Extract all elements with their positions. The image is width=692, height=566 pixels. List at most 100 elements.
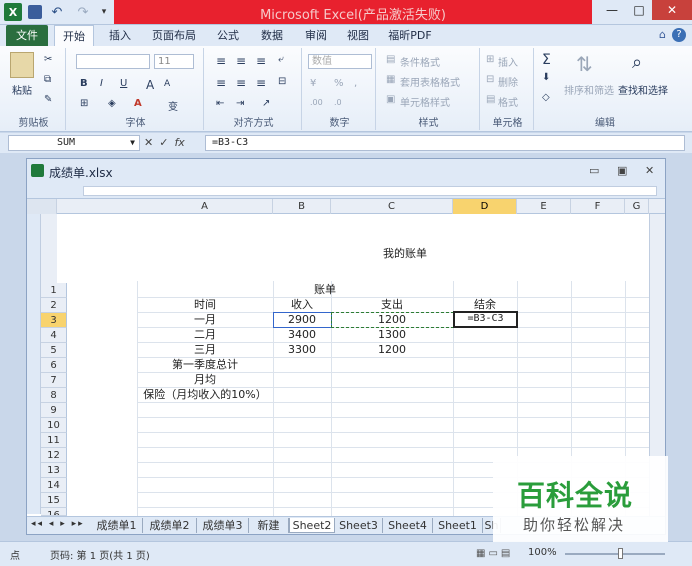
shrink-font-button[interactable]: A xyxy=(164,79,170,89)
zoom-slider[interactable] xyxy=(565,553,665,555)
cell-a3[interactable]: 一月 xyxy=(137,312,273,327)
tab-foxit-pdf[interactable]: 福昕PDF xyxy=(382,25,438,46)
column-header-f[interactable]: F xyxy=(571,199,625,214)
tab-file[interactable]: 文件 xyxy=(6,25,48,46)
excel-logo-icon[interactable]: X xyxy=(4,3,22,21)
row-header-16[interactable]: 16 xyxy=(41,508,67,516)
sheet-tab-4[interactable]: 新建 xyxy=(249,518,289,533)
tab-home[interactable]: 开始 xyxy=(54,25,94,46)
row-header-3[interactable]: 3 xyxy=(41,313,67,328)
active-cell-d3[interactable]: =B3-C3 xyxy=(453,311,518,328)
sheet-nav-buttons[interactable]: ◂◂ ◂ ▸ ▸▸ xyxy=(31,519,85,529)
row-header-13[interactable]: 13 xyxy=(41,463,67,478)
insert-cells-button[interactable]: 插入 xyxy=(498,54,518,69)
fill-color-icon[interactable]: ◈ xyxy=(108,98,116,109)
wrap-text-icon[interactable]: ⤶ xyxy=(278,54,284,65)
decrease-decimal-icon[interactable]: .0 xyxy=(334,98,342,107)
number-format-select[interactable]: 数值 xyxy=(308,54,372,69)
cell-a6[interactable]: 第一季度总计 xyxy=(137,357,273,372)
sheet-tab-5[interactable]: Sheet2 xyxy=(289,518,335,533)
zoom-slider-thumb[interactable] xyxy=(618,548,623,559)
maximize-button[interactable]: □ xyxy=(626,0,652,20)
font-color-icon[interactable]: A xyxy=(134,98,142,109)
cell-b2[interactable]: 收入 xyxy=(273,297,331,312)
row-header-11[interactable]: 11 xyxy=(41,433,67,448)
tab-insert[interactable]: 插入 xyxy=(100,25,140,46)
column-header-a[interactable]: A xyxy=(137,199,273,214)
row-header-2[interactable]: 2 xyxy=(41,298,67,313)
format-cells-button[interactable]: 格式 xyxy=(498,94,518,109)
cell-b3[interactable]: 2900 xyxy=(273,312,331,327)
enter-icon[interactable]: ✓ xyxy=(159,136,168,149)
minimize-ribbon-icon[interactable]: ⌂ xyxy=(659,28,666,42)
row-header-8[interactable]: 8 xyxy=(41,388,67,403)
insert-cells-icon[interactable]: ⊞ xyxy=(486,54,494,65)
cell-styles-button[interactable]: 单元格样式 xyxy=(400,94,450,109)
table-format-button[interactable]: 套用表格格式 xyxy=(400,74,460,89)
cell-a5[interactable]: 三月 xyxy=(137,342,273,357)
row-header-14[interactable]: 14 xyxy=(41,478,67,493)
row-header-5[interactable]: 5 xyxy=(41,343,67,358)
font-size-select[interactable]: 11 xyxy=(154,54,194,69)
cut-icon[interactable]: ✂ xyxy=(44,54,52,65)
redo-icon[interactable]: ↷ xyxy=(73,3,93,21)
undo-icon[interactable]: ↶ xyxy=(47,3,67,21)
fill-icon[interactable]: ⬇ xyxy=(542,72,550,83)
help-icon[interactable]: ? xyxy=(672,28,686,42)
sort-filter-icon[interactable]: ⇅ xyxy=(576,52,593,76)
sort-filter-button[interactable]: 排序和筛选 xyxy=(564,82,614,97)
sheet-tab-3[interactable]: 成绩单3 xyxy=(197,518,249,533)
column-header-e[interactable]: E xyxy=(517,199,571,214)
sheet-tab-6[interactable]: Sheet3 xyxy=(335,518,383,533)
sheet-tab-8[interactable]: Sheet1 xyxy=(433,518,483,533)
row-header-12[interactable]: 12 xyxy=(41,448,67,463)
delete-cells-button[interactable]: 删除 xyxy=(498,74,518,89)
tab-page-layout[interactable]: 页面布局 xyxy=(146,25,202,46)
cell-a7[interactable]: 月均 xyxy=(137,372,273,387)
cell-d2[interactable]: 结余 xyxy=(453,297,517,312)
conditional-format-icon[interactable]: ▤ xyxy=(386,54,395,65)
italic-button[interactable]: I xyxy=(100,78,103,89)
cell-a4[interactable]: 二月 xyxy=(137,327,273,342)
select-all-corner[interactable] xyxy=(27,199,57,214)
tab-view[interactable]: 视图 xyxy=(338,25,378,46)
paste-label[interactable]: 粘贴 xyxy=(12,82,32,97)
customize-toolbar-icon[interactable]: ▾ xyxy=(98,3,110,21)
column-header-d[interactable]: D xyxy=(453,199,517,214)
align-middle-icon[interactable]: ≡ xyxy=(236,54,246,68)
phonetic-button[interactable]: 变 xyxy=(168,98,178,113)
align-bottom-icon[interactable]: ≡ xyxy=(256,54,266,68)
grow-font-button[interactable]: A xyxy=(146,78,154,92)
find-select-icon[interactable]: ⌕ xyxy=(632,52,642,73)
align-left-icon[interactable]: ≡ xyxy=(216,76,226,90)
currency-icon[interactable]: ¥ xyxy=(310,78,316,89)
cell-b4[interactable]: 3400 xyxy=(273,327,331,342)
column-header-b[interactable]: B xyxy=(273,199,331,214)
chevron-down-icon[interactable]: ▼ xyxy=(130,136,135,150)
workbook-restore-button[interactable]: ▣ xyxy=(617,164,627,177)
copy-icon[interactable]: ⧉ xyxy=(44,74,51,85)
autosum-icon[interactable]: Σ xyxy=(542,52,551,68)
find-select-button[interactable]: 查找和选择 xyxy=(618,82,668,97)
minimize-button[interactable]: — xyxy=(598,0,626,20)
save-icon[interactable] xyxy=(28,5,42,19)
workbook-close-button[interactable]: ✕ xyxy=(645,164,654,177)
merge-center-icon[interactable]: ⊟ xyxy=(278,76,286,87)
row-header-6[interactable]: 6 xyxy=(41,358,67,373)
cell-c5[interactable]: 1200 xyxy=(331,342,453,357)
cell-b1[interactable]: 账单 xyxy=(273,282,377,297)
row-header-1[interactable]: 1 xyxy=(41,283,67,298)
column-header-c[interactable]: C xyxy=(331,199,453,214)
orientation-icon[interactable]: ↗ xyxy=(262,98,270,109)
cell-a2[interactable]: 时间 xyxy=(137,297,273,312)
tab-formulas[interactable]: 公式 xyxy=(208,25,248,46)
tab-review[interactable]: 审阅 xyxy=(296,25,336,46)
increase-decimal-icon[interactable]: .00 xyxy=(310,98,323,107)
bold-button[interactable]: B xyxy=(80,78,88,89)
font-family-select[interactable] xyxy=(76,54,150,69)
insert-function-icon[interactable]: fx xyxy=(174,136,184,149)
workbook-minimize-button[interactable]: ▭ xyxy=(589,164,599,177)
table-format-icon[interactable]: ▦ xyxy=(386,74,395,85)
row-header-9[interactable]: 9 xyxy=(41,403,67,418)
underline-button[interactable]: U xyxy=(120,78,127,89)
